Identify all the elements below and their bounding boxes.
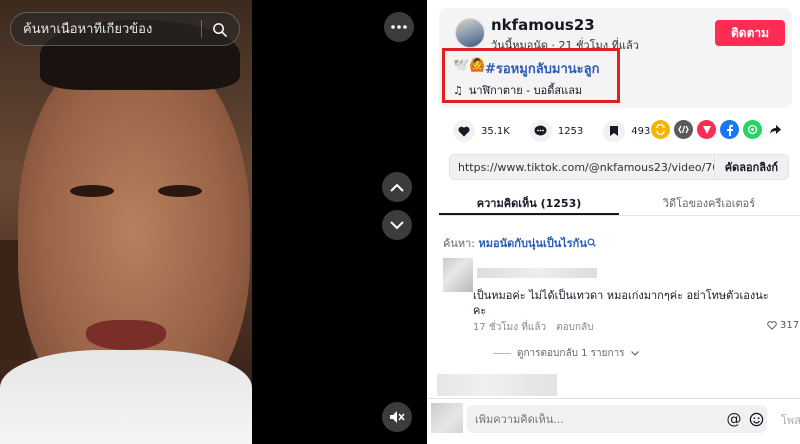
like-button[interactable]: 35.1K [453, 120, 510, 142]
comment-meta: 17 ชั่วโมง ที่แล้ว ตอบกลับ [473, 320, 594, 335]
comment-count: 1253 [557, 125, 584, 137]
embed-code-icon[interactable] [674, 120, 693, 139]
commenter-avatar[interactable] [443, 258, 473, 292]
previous-video-button[interactable] [382, 172, 412, 202]
engagement-stats: 35.1K 1253 493 [453, 120, 670, 142]
author-avatar[interactable] [455, 18, 485, 48]
bookmark-icon [603, 120, 626, 142]
chevron-down-icon [630, 351, 639, 356]
heart-icon [453, 120, 475, 142]
chevron-down-icon [390, 220, 404, 229]
tab-comments[interactable]: ความคิดเห็น (1253) [439, 188, 619, 215]
search-divider [201, 20, 202, 38]
video-url[interactable]: https://www.tiktok.com/@nkfamous23/video… [450, 161, 714, 174]
comment-like-count: 317 [780, 320, 800, 331]
comment-icon [529, 120, 552, 142]
copy-link-button[interactable]: คัดลอกลิงก์ [713, 155, 788, 179]
app-root: nkfamous23 วันนี้หมอนัด · 21 ชั่วโมง ที่… [0, 0, 800, 444]
tab-creator-videos[interactable]: วิดีโอของครีเอเตอร์ [619, 188, 799, 215]
comment-tabs: ความคิดเห็น (1253) วิดีโอของครีเอเตอร์ [439, 188, 800, 216]
more-dots-icon [391, 25, 407, 29]
commenter-name-blurred[interactable] [477, 268, 597, 278]
share-buttons [651, 120, 785, 139]
search-icon[interactable] [587, 238, 596, 247]
heart-outline-icon [767, 321, 777, 330]
save-button[interactable]: 493 [603, 120, 650, 142]
comment-input-box[interactable]: @ [467, 405, 767, 433]
follow-button[interactable]: ติดตาม [715, 20, 785, 46]
send-icon[interactable] [697, 120, 716, 139]
next-comment-blurred [437, 374, 557, 396]
more-options-button[interactable] [384, 12, 414, 42]
save-count: 493 [631, 125, 651, 137]
view-replies-label: ดูการตอบกลับ 1 รายการ [517, 348, 625, 359]
search-icon[interactable] [210, 20, 228, 38]
mute-button[interactable] [382, 402, 412, 432]
video-frame [0, 0, 252, 444]
facebook-icon[interactable] [720, 120, 739, 139]
video-player[interactable] [0, 0, 427, 444]
comment-time: 17 ชั่วโมง ที่แล้ว [473, 322, 547, 333]
like-count: 35.1K [481, 125, 510, 137]
video-search-bar[interactable] [10, 12, 240, 46]
whatsapp-icon[interactable] [743, 120, 762, 139]
mention-icon[interactable]: @ [723, 408, 745, 430]
post-button[interactable]: โพส [781, 411, 800, 429]
forward-icon[interactable] [766, 120, 785, 139]
emoji-icon[interactable] [745, 408, 767, 430]
side-panel: nkfamous23 วันนี้หมอนัด · 21 ชั่วโมง ที่… [427, 0, 800, 444]
video-search-input[interactable] [23, 21, 201, 37]
caption-highlight-box [442, 48, 620, 103]
comment-button[interactable]: 1253 [529, 120, 584, 142]
related-search-prefix: ค้นหา: [443, 237, 476, 250]
repost-icon[interactable] [651, 120, 670, 139]
reply-button[interactable]: ตอบกลับ [556, 320, 593, 335]
replies-divider [493, 353, 511, 354]
next-video-button[interactable] [382, 210, 412, 240]
comment-input[interactable] [467, 412, 723, 426]
comment-composer: @ โพส [427, 398, 800, 444]
comment-like-button[interactable]: 317 [767, 320, 799, 331]
user-avatar [431, 403, 463, 433]
speaker-muted-icon [390, 411, 405, 423]
related-search-query[interactable]: หมอนัดกับนุ่นเป็นไรกัน [479, 237, 587, 250]
view-replies-button[interactable]: ดูการตอบกลับ 1 รายการ [493, 346, 639, 361]
related-search: ค้นหา: หมอนัดกับนุ่นเป็นไรกัน [443, 234, 596, 252]
author-username[interactable]: nkfamous23 [491, 16, 595, 34]
chevron-up-icon [390, 183, 404, 192]
video-link-box: https://www.tiktok.com/@nkfamous23/video… [449, 154, 789, 180]
comment-text: เป็นหมอค่ะ ไม่ได้เป็นเทวดา หมอเก่งมากๆค่… [473, 289, 769, 317]
